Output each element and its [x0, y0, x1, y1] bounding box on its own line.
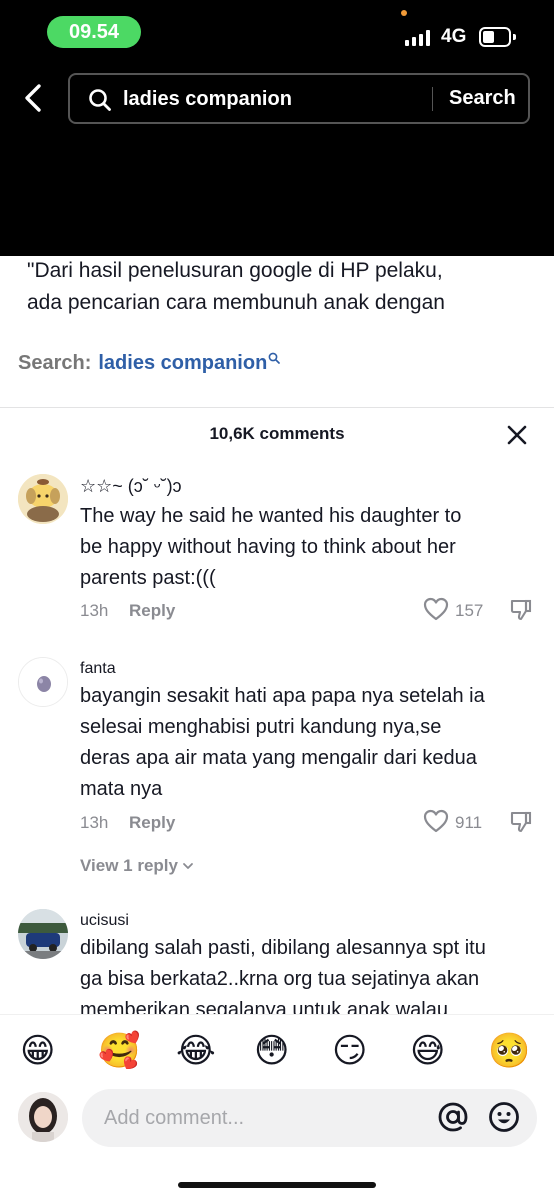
comment-username[interactable]: fanta — [80, 660, 116, 678]
comment-line: mata nya — [80, 778, 163, 800]
reply-button[interactable]: Reply — [129, 813, 175, 833]
emoji-flushed-button[interactable]: 😳 — [254, 1031, 289, 1071]
heart-icon[interactable] — [423, 597, 449, 621]
avatar[interactable] — [18, 474, 68, 524]
close-icon — [507, 425, 527, 445]
comment-line: deras apa air mata yang mengalir dari ke… — [80, 747, 477, 769]
comment-text: The way he said he wanted his daughter t… — [80, 501, 540, 594]
avatar[interactable] — [18, 909, 68, 959]
avatar-image — [19, 658, 67, 706]
emoji-hearts-button[interactable]: 🥰 — [98, 1031, 140, 1071]
comment-line: The way he said he wanted his daughter t… — [80, 505, 462, 527]
comment-line: bayangin sesakit hati apa papa nya setel… — [80, 685, 485, 707]
dislike-icon[interactable] — [509, 810, 533, 834]
search-input[interactable]: ladies companion — [123, 88, 292, 111]
dislike-icon[interactable] — [509, 598, 533, 622]
add-comment-input[interactable]: Add comment... — [82, 1089, 537, 1147]
search-button[interactable]: Search — [449, 87, 516, 110]
avatar-image — [18, 909, 68, 959]
search-icon — [89, 89, 111, 111]
like-count: 911 — [455, 813, 483, 832]
comment-line: parents past:((( — [80, 567, 216, 589]
avatar-image — [18, 1092, 68, 1142]
avatar-image — [18, 474, 68, 524]
close-comments-button[interactable] — [506, 424, 528, 446]
emoji-grin-button[interactable]: 😁 — [20, 1031, 55, 1071]
heart-icon[interactable] — [423, 809, 449, 833]
comment-line: ga bisa berkata2..krna org tua sejatinya… — [80, 968, 480, 990]
search-header: 09.54 4G ladies companion Search — [0, 0, 554, 256]
quick-emoji-bar: 😁 🥰 😂 😳 😏 😅 🥺 — [0, 1014, 554, 1088]
comment-text: bayangin sesakit hati apa papa nya setel… — [80, 681, 540, 805]
network-label: 4G — [441, 26, 467, 47]
status-time: 09.54 — [47, 16, 141, 48]
comment-line: selesai menghabisi putri kandung nya,se — [80, 716, 442, 738]
comment-text: dibilang salah pasti, dibilang alesannya… — [80, 933, 540, 1014]
home-indicator — [178, 1182, 376, 1188]
comment-username[interactable]: ucisusi — [80, 912, 129, 930]
search-suggestion-label: Search: — [18, 352, 92, 374]
comment-line: be happy without having to think about h… — [80, 536, 456, 558]
search-bar[interactable]: ladies companion Search — [68, 73, 530, 124]
sheet-divider — [0, 407, 554, 408]
post-caption: "Dari hasil penelusuran google di HP pel… — [27, 256, 537, 318]
privacy-indicator-dot — [401, 10, 407, 16]
chevron-down-icon — [183, 863, 193, 869]
search-suggestion-link[interactable]: ladies companion — [98, 352, 267, 375]
comment-placeholder: Add comment... — [104, 1107, 245, 1129]
at-icon[interactable] — [437, 1101, 469, 1133]
emoji-joy-button[interactable]: 😂 — [176, 1031, 216, 1071]
caption-line: ada pencarian cara membunuh anak dengan — [27, 291, 445, 314]
my-avatar — [18, 1092, 68, 1142]
comment-time: 13h — [80, 601, 109, 620]
emoji-sweat-smile-button[interactable]: 😅 — [410, 1031, 445, 1071]
search-divider — [432, 87, 433, 111]
battery-tip — [513, 34, 516, 40]
emoji-pleading-button[interactable]: 🥺 — [488, 1031, 530, 1071]
like-count: 157 — [455, 601, 484, 620]
caption-line: "Dari hasil penelusuran google di HP pel… — [27, 259, 443, 282]
search-suggestion[interactable]: Search: ladies companion — [18, 352, 281, 375]
comment-line: dibilang salah pasti, dibilang alesannya… — [80, 937, 486, 959]
chevron-left-icon — [25, 84, 41, 112]
emoji-icon[interactable] — [488, 1101, 520, 1133]
emoji-smirk-button[interactable]: 😏 — [332, 1031, 367, 1071]
comment-username[interactable]: ☆☆~ (ɔ˘ ᵕ˘)ɔ — [80, 476, 182, 497]
battery-icon — [479, 27, 511, 47]
view-replies-label: View 1 reply — [80, 856, 178, 875]
comments-count: 10,6K comments — [209, 424, 345, 443]
view-replies-button[interactable]: View 1 reply — [80, 856, 194, 876]
search-icon — [268, 352, 281, 364]
back-button[interactable] — [18, 82, 50, 114]
reply-button[interactable]: Reply — [129, 601, 175, 621]
signal-icon — [405, 30, 430, 46]
avatar[interactable] — [18, 657, 68, 707]
comment-time: 13h — [80, 813, 109, 832]
comment-line: memberikan segalanya untuk anak walau — [80, 999, 448, 1014]
